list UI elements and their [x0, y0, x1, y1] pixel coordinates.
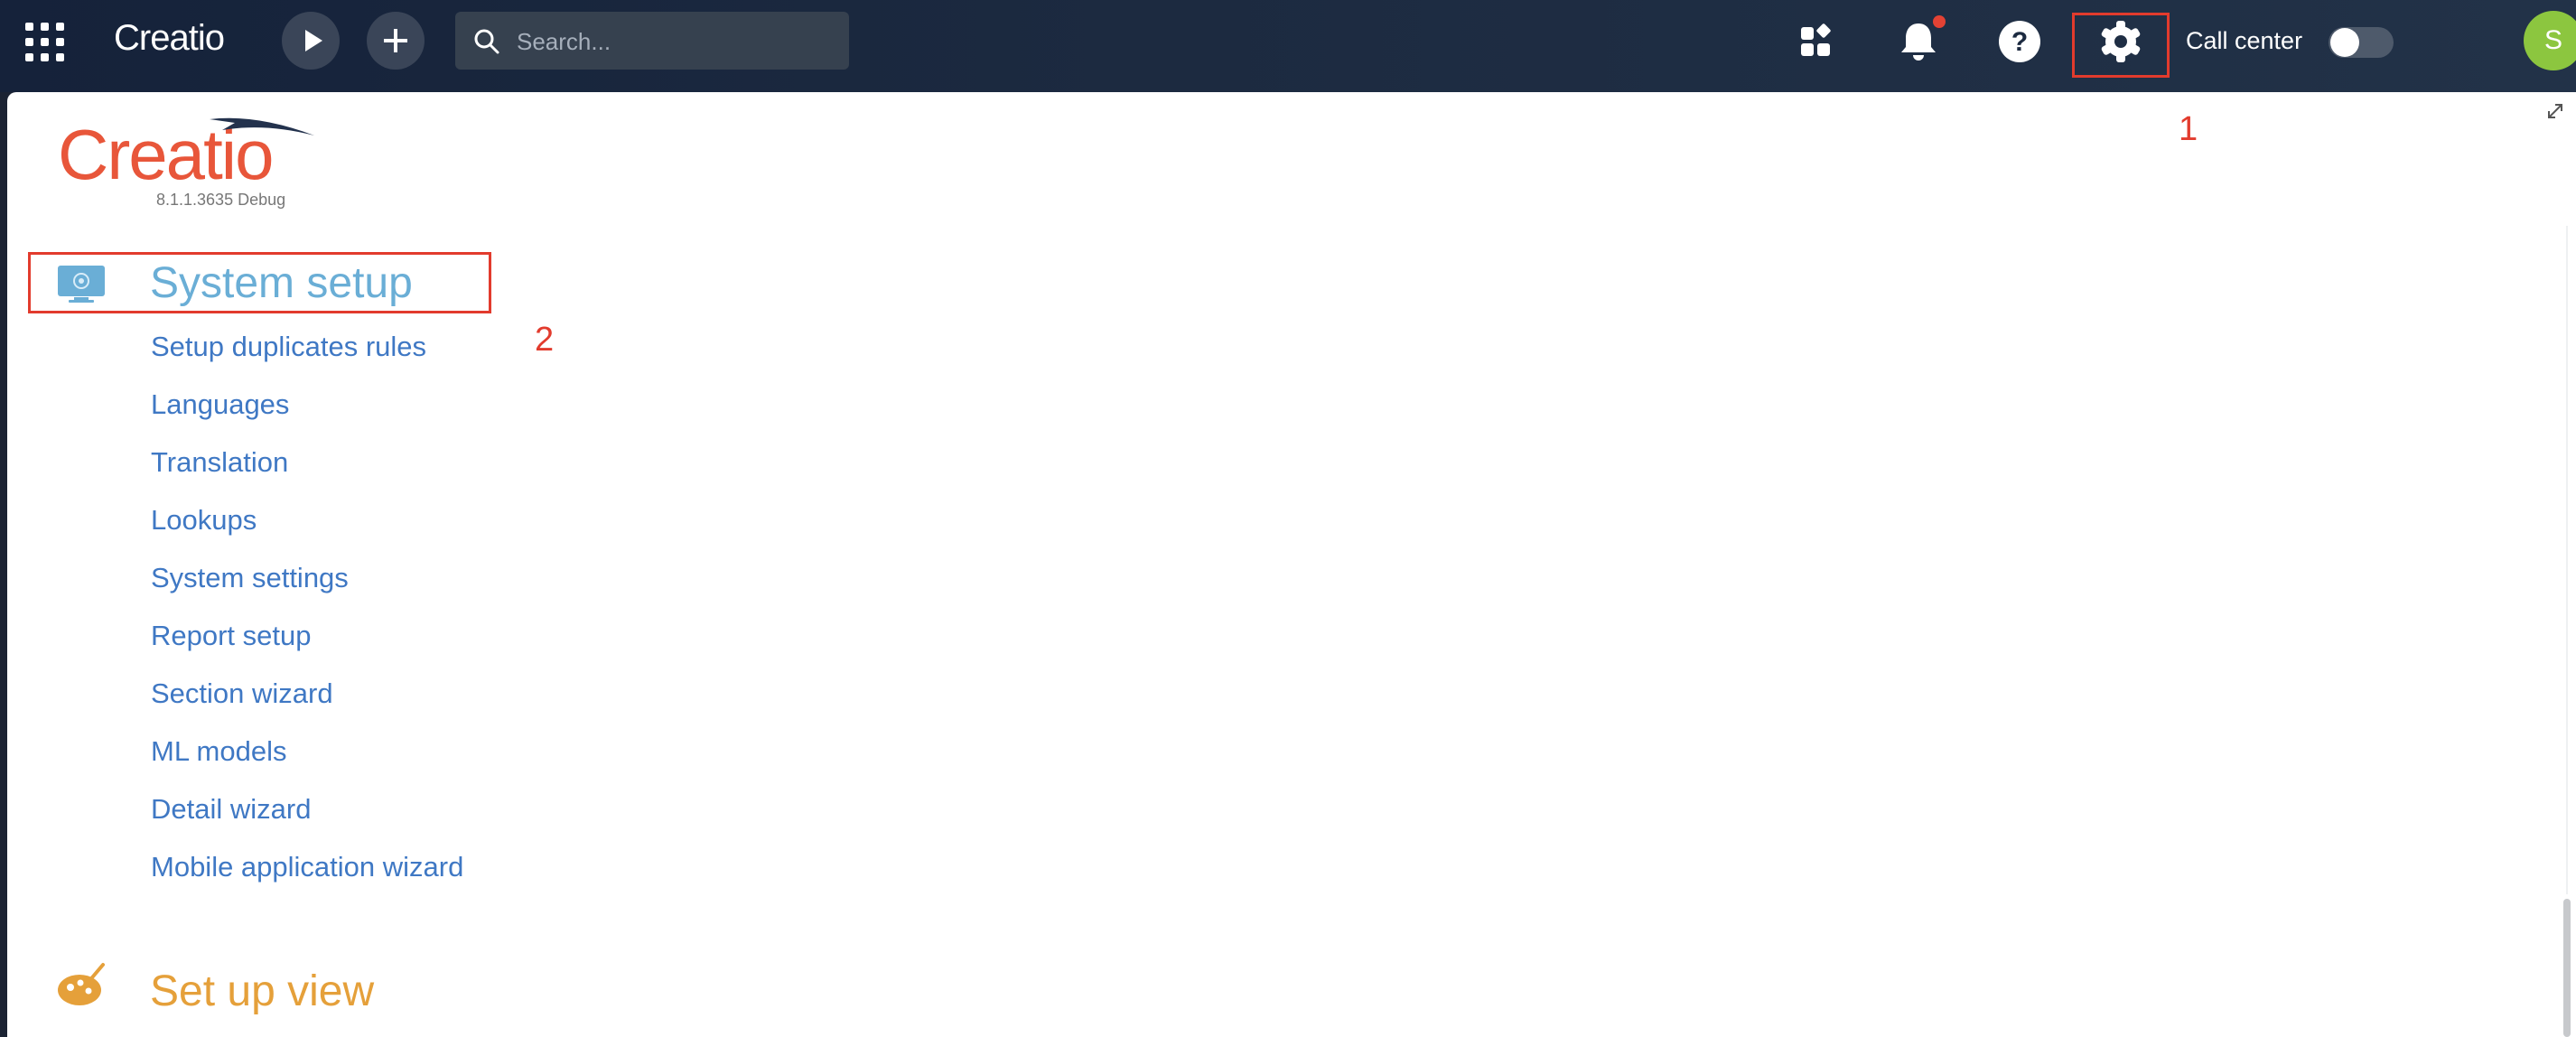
list-item: Lookups	[151, 500, 463, 558]
lookups-link[interactable]: Lookups	[151, 504, 257, 536]
languages-link[interactable]: Languages	[151, 388, 289, 420]
plus-icon	[384, 29, 407, 52]
ml-models-link[interactable]: ML models	[151, 735, 286, 767]
set-up-view-title[interactable]: Set up view	[150, 967, 374, 1016]
gear-highlight-frame	[2072, 13, 2170, 78]
search-icon	[474, 29, 499, 54]
list-item: Translation	[151, 443, 463, 500]
system-setup-links: Setup duplicates rules Languages Transla…	[151, 327, 463, 905]
monitor-gear-icon	[58, 266, 105, 303]
widgets-icon	[1801, 23, 1831, 56]
notification-dot	[1933, 15, 1946, 28]
scrollbar[interactable]	[2563, 899, 2571, 1037]
brand-name[interactable]: Creatio	[114, 18, 225, 59]
help-icon: ?	[1999, 21, 2040, 62]
call-center-label: Call center	[2186, 27, 2303, 54]
list-item: Detail wizard	[151, 789, 463, 847]
palette-icon	[58, 963, 105, 1005]
help-button[interactable]: ?	[1994, 16, 2045, 67]
annotation-label: 1	[2179, 110, 2198, 148]
list-item: Section wizard	[151, 674, 463, 732]
mobile-application-wizard-link[interactable]: Mobile application wizard	[151, 851, 463, 883]
svg-text:?: ?	[2011, 27, 2028, 57]
logo-swoosh	[210, 117, 314, 135]
call-center-toggle[interactable]	[2329, 27, 2394, 58]
list-item: ML models	[151, 732, 463, 789]
run-process-button[interactable]	[282, 12, 340, 70]
section-wizard-link[interactable]: Section wizard	[151, 677, 333, 709]
system-settings-link[interactable]: System settings	[151, 562, 349, 593]
avatar[interactable]: S	[2524, 11, 2576, 70]
search-input[interactable]	[515, 21, 835, 62]
report-setup-link[interactable]: Report setup	[151, 620, 312, 651]
top-bar: Creatio Search... ? Call center S	[0, 0, 2576, 92]
add-button[interactable]	[367, 12, 425, 70]
version-text: 8.1.1.3635 Debug	[156, 191, 286, 209]
system-setup-title[interactable]: System setup	[150, 258, 413, 308]
list-item: Mobile application wizard	[151, 847, 463, 905]
list-item: System settings	[151, 558, 463, 616]
widgets-button[interactable]	[1792, 16, 1843, 67]
expand-icon[interactable]	[2545, 101, 2565, 121]
annotation-label: 2	[535, 321, 555, 359]
scroll-track	[2566, 226, 2568, 894]
translation-link[interactable]: Translation	[151, 446, 288, 478]
detail-wizard-link[interactable]: Detail wizard	[151, 793, 311, 825]
toggle-knob	[2330, 28, 2359, 57]
play-icon	[305, 30, 322, 51]
list-item: Setup duplicates rules	[151, 327, 463, 385]
setup-duplicates-rules-link[interactable]: Setup duplicates rules	[151, 331, 426, 362]
list-item: Languages	[151, 385, 463, 443]
apps-grid-icon[interactable]	[25, 23, 65, 62]
list-item: Report setup	[151, 616, 463, 674]
search-box[interactable]	[455, 12, 849, 70]
